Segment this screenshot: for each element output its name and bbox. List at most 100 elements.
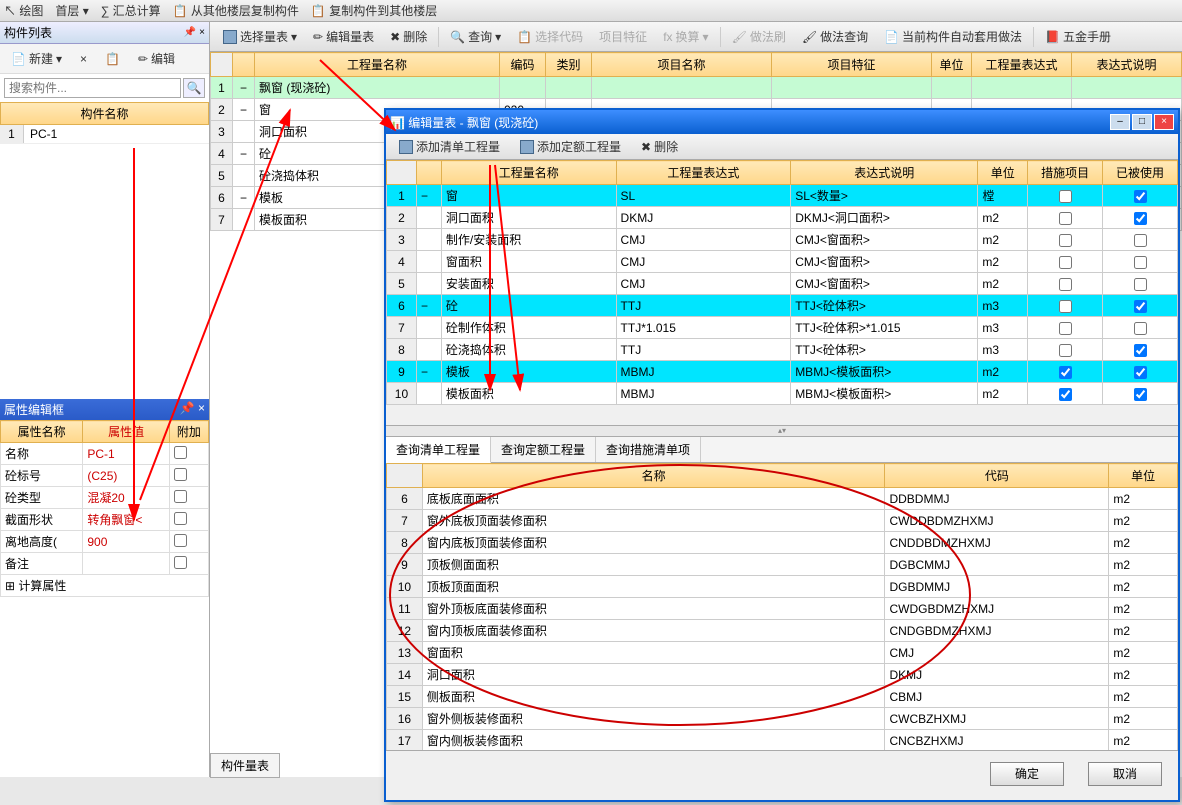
query-row[interactable]: 14洞口面积DKMJm2 <box>387 664 1178 686</box>
used-checkbox[interactable] <box>1134 234 1147 247</box>
used-checkbox[interactable] <box>1134 190 1147 203</box>
col-category: 类别 <box>546 53 592 77</box>
minimize-button[interactable]: – <box>1110 114 1130 130</box>
search-input[interactable] <box>4 78 181 98</box>
dialog-qty-row[interactable]: 9− 模板MBMJMBMJ<模板面积>m2 <box>387 361 1178 383</box>
query-row[interactable]: 12窗内顶板底面装修面积CNDGBDMZHXMJm2 <box>387 620 1178 642</box>
query-result-grid[interactable]: 名称 代码 单位 6底板底面面积DDBDMMJm27窗外底板顶面装修面积CWDD… <box>386 463 1178 750</box>
edit-qty-button[interactable]: ✏编辑量表 <box>306 25 381 48</box>
maximize-button[interactable]: □ <box>1132 114 1152 130</box>
tab-query-quota[interactable]: 查询定额工程量 <box>491 437 596 462</box>
draw-menu[interactable]: ↖ 绘图 <box>4 2 43 19</box>
used-checkbox[interactable] <box>1134 366 1147 379</box>
cancel-button[interactable]: 取消 <box>1088 762 1162 786</box>
prop-row[interactable]: 离地高度(900 <box>1 531 209 553</box>
measure-checkbox[interactable] <box>1059 256 1072 269</box>
used-checkbox[interactable] <box>1134 388 1147 401</box>
attach-checkbox[interactable] <box>174 446 187 459</box>
query-row[interactable]: 13窗面积CMJm2 <box>387 642 1178 664</box>
measure-checkbox[interactable] <box>1059 322 1072 335</box>
close-button[interactable]: × <box>1154 114 1174 130</box>
prop-row[interactable]: 砼类型混凝20 <box>1 487 209 509</box>
measure-checkbox[interactable] <box>1059 278 1072 291</box>
col-expr: 工程量表达式 <box>972 53 1072 77</box>
delete-button[interactable]: ✖删除 <box>383 25 434 48</box>
ok-button[interactable]: 确定 <box>990 762 1064 786</box>
query-row[interactable]: 11窗外顶板底面装修面积CWDGBDMZHXMJm2 <box>387 598 1178 620</box>
dialog-qty-row[interactable]: 2 洞口面积DKMJDKMJ<洞口面积>m2 <box>387 207 1178 229</box>
copy-from-button[interactable]: 📋 从其他楼层复制构件 <box>173 2 299 19</box>
query-button[interactable]: 🔍查询 ▾ <box>443 25 508 48</box>
measure-checkbox[interactable] <box>1059 212 1072 225</box>
bottom-tab-component-qty[interactable]: 构件量表 <box>210 753 280 778</box>
measure-checkbox[interactable] <box>1059 366 1072 379</box>
component-row[interactable]: 1 PC-1 <box>0 125 209 144</box>
new-button[interactable]: 📄 新建 ▾ <box>4 47 69 70</box>
measure-checkbox[interactable] <box>1059 300 1072 313</box>
attach-checkbox[interactable] <box>174 468 187 481</box>
prop-row[interactable]: 备注 <box>1 553 209 575</box>
brush-query-button[interactable]: 🖌做法查询 <box>795 25 875 48</box>
hardware-manual-button[interactable]: 📕五金手册 <box>1038 25 1118 48</box>
used-checkbox[interactable] <box>1134 256 1147 269</box>
dialog-qty-row[interactable]: 8 砼浇捣体积TTJTTJ<砼体积>m3 <box>387 339 1178 361</box>
tab-query-measure[interactable]: 查询措施清单项 <box>596 437 701 462</box>
col-desc: 表达式说明 <box>1072 53 1182 77</box>
edit-button[interactable]: ✏ 编辑 <box>131 47 182 70</box>
delete-button[interactable]: ✖删除 <box>634 135 685 158</box>
auto-set-button[interactable]: 📄当前构件自动套用做法 <box>877 25 1029 48</box>
used-checkbox[interactable] <box>1134 344 1147 357</box>
col-used: 已被使用 <box>1103 161 1178 185</box>
dialog-qty-row[interactable]: 1− 窗SLSL<数量>樘 <box>387 185 1178 207</box>
copy-to-button[interactable]: 📋 复制构件到其他楼层 <box>311 2 437 19</box>
query-row[interactable]: 15侧板面积CBMJm2 <box>387 686 1178 708</box>
dialog-qty-grid[interactable]: 工程量名称 工程量表达式 表达式说明 单位 措施项目 已被使用 1− 窗SLSL… <box>386 160 1178 405</box>
query-row[interactable]: 17窗内侧板装修面积CNCBZHXMJm2 <box>387 730 1178 751</box>
measure-checkbox[interactable] <box>1059 344 1072 357</box>
floor-selector[interactable]: 首层 ▾ <box>55 2 88 19</box>
add-list-qty-button[interactable]: 添加清单工程量 <box>392 135 507 158</box>
splitter[interactable]: ▴▾ <box>386 425 1178 437</box>
expand-calc-props[interactable]: ⊞ 计算属性 <box>1 575 209 597</box>
prop-row[interactable]: 名称PC-1 <box>1 443 209 465</box>
tab-query-list[interactable]: 查询清单工程量 <box>386 437 491 463</box>
query-row[interactable]: 8窗内底板顶面装修面积CNDDBDMZHXMJm2 <box>387 532 1178 554</box>
dialog-titlebar[interactable]: 📊 编辑量表 - 飘窗 (现浇砼) – □ × <box>386 110 1178 134</box>
prop-row[interactable]: 截面形状转角飘窗< <box>1 509 209 531</box>
component-list-header: 构件列表 📌 × <box>0 22 209 44</box>
add-quota-qty-button[interactable]: 添加定额工程量 <box>513 135 628 158</box>
prop-row[interactable]: 砼标号(C25) <box>1 465 209 487</box>
query-row[interactable]: 10顶板顶面面积DGBDMMJm2 <box>387 576 1178 598</box>
attach-checkbox[interactable] <box>174 490 187 503</box>
search-button[interactable]: 🔍 <box>183 78 205 98</box>
select-qty-button[interactable]: 选择量表 ▾ <box>216 25 304 48</box>
pin-icon[interactable]: 📌 × <box>180 401 205 418</box>
dialog-qty-row[interactable]: 10 模板面积MBMJMBMJ<模板面积>m2 <box>387 383 1178 405</box>
attach-checkbox[interactable] <box>174 556 187 569</box>
query-row[interactable]: 9顶板侧面面积DGBCMMJm2 <box>387 554 1178 576</box>
measure-checkbox[interactable] <box>1059 388 1072 401</box>
sum-button[interactable]: ∑ 汇总计算 <box>101 2 161 19</box>
query-row[interactable]: 16窗外侧板装修面积CWCBZHXMJm2 <box>387 708 1178 730</box>
used-checkbox[interactable] <box>1134 300 1147 313</box>
pin-icon[interactable]: 📌 × <box>184 27 205 38</box>
copy-icon[interactable]: 📋 <box>98 49 127 69</box>
dialog-qty-row[interactable]: 6− 砼TTJTTJ<砼体积>m3 <box>387 295 1178 317</box>
attach-checkbox[interactable] <box>174 512 187 525</box>
measure-checkbox[interactable] <box>1059 234 1072 247</box>
dialog-qty-row[interactable]: 7 砼制作体积TTJ*1.015TTJ<砼体积>*1.015m3 <box>387 317 1178 339</box>
query-row[interactable]: 6底板底面面积DDBDMMJm2 <box>387 488 1178 510</box>
qty-row[interactable]: 1−飘窗 (现浇砼) <box>211 77 1182 99</box>
query-row[interactable]: 7窗外底板顶面装修面积CWDDBDMZHXMJm2 <box>387 510 1178 532</box>
delete-button[interactable]: × <box>73 49 94 69</box>
used-checkbox[interactable] <box>1134 322 1147 335</box>
dialog-qty-row[interactable]: 5 安装面积CMJCMJ<窗面积>m2 <box>387 273 1178 295</box>
measure-checkbox[interactable] <box>1059 190 1072 203</box>
attach-checkbox[interactable] <box>174 534 187 547</box>
dialog-qty-row[interactable]: 4 窗面积CMJCMJ<窗面积>m2 <box>387 251 1178 273</box>
dialog-qty-row[interactable]: 3 制作/安装面积CMJCMJ<窗面积>m2 <box>387 229 1178 251</box>
used-checkbox[interactable] <box>1134 212 1147 225</box>
used-checkbox[interactable] <box>1134 278 1147 291</box>
col-unit: 单位 <box>1109 464 1178 488</box>
component-name-cell[interactable]: PC-1 <box>24 125 209 143</box>
